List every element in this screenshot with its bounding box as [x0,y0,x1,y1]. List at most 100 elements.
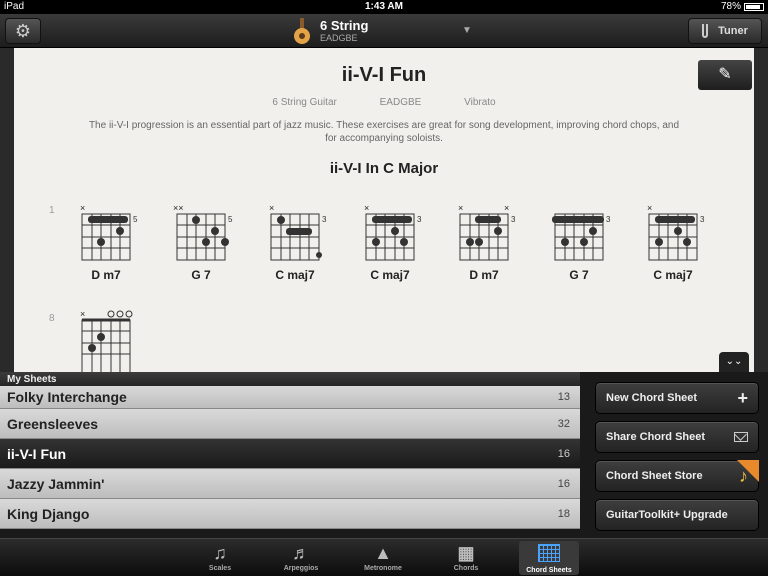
svg-text:××: ×× [173,203,184,213]
sheet-list[interactable]: Folky Interchange 13 Greensleeves 32 ii-… [0,386,580,538]
chord-grid: ×× 5 [173,203,233,261]
envelope-icon [734,432,748,442]
svg-text:×: × [269,203,274,213]
chord-name: D m7 [91,268,121,282]
meta-tuning: EADGBE [379,97,422,108]
grid-icon [538,544,560,562]
svg-text:×: × [504,203,509,213]
tab-arpeggios[interactable]: ♬ Arpeggios [271,541,331,575]
sheet-description: The ii-V-I progression is an essential p… [88,120,680,144]
list-item[interactable]: Folky Interchange 13 [0,386,580,409]
fret-number: 3 [417,215,422,224]
chord-sheet[interactable]: ✎ ii-V-I Fun 6 String Guitar EADGBE Vibr… [14,48,754,372]
new-badge-icon [737,460,759,482]
chord-grid: × 3 [364,203,422,261]
tab-label: Arpeggios [283,565,319,572]
upgrade-button[interactable]: GuitarToolkit+ Upgrade [595,499,759,531]
chord-diagram[interactable]: × 3 C maj7 [643,202,723,282]
fret-number: 3 [322,215,327,224]
svg-text:×: × [80,203,85,213]
battery-icon [744,2,764,11]
nav-bar: ⚙ 6 String EADGBE ▼ Tuner [0,14,768,48]
fret-number: 5 [133,215,138,224]
collapse-button[interactable]: ⌄⌄ [719,352,749,372]
sheet-name: Folky Interchange [7,389,127,405]
tuner-label: Tuner [718,25,748,37]
list-item[interactable]: King Django 18 [0,499,580,529]
double-chevron-down-icon: ⌄⌄ [725,356,743,367]
fret-number: 3 [700,215,705,224]
sheet-count: 13 [557,391,570,403]
fret-number: 5 [228,215,233,224]
chord-diagram[interactable]: ×× 5 G 7 [171,202,251,282]
action-label: Chord Sheet Store [606,470,703,482]
sheet-area: ✎ ii-V-I Fun 6 String Guitar EADGBE Vibr… [0,48,768,372]
tab-metronome[interactable]: ▲ Metronome [353,541,413,575]
list-item[interactable]: Jazzy Jammin' 16 [0,469,580,499]
sheet-name: King Django [7,505,90,522]
chord-name: D m7 [469,268,499,282]
fret-number: 3 [511,215,516,224]
chord-name: C maj7 [275,268,315,282]
sheet-name: Greensleeves [7,415,99,432]
chord-grid: 3 [552,213,611,261]
row-number: 8 [49,313,55,324]
bottom-panel: My Sheets Folky Interchange 13 Greenslee… [0,372,768,538]
sheet-count: 32 [557,417,570,430]
svg-text:×: × [458,203,463,213]
list-item-selected[interactable]: ii-V-I Fun 16 [0,439,580,469]
chord-diagram[interactable]: × × 3 D m7 [454,202,534,282]
chord-name: C maj7 [653,268,693,282]
chord-grid: × [80,309,133,372]
chord-sheet-store-button[interactable]: Chord Sheet Store ♪ [595,460,759,492]
share-chord-sheet-button[interactable]: Share Chord Sheet [595,421,759,453]
battery-percent: 78% [720,1,741,12]
chord-diagram[interactable]: × 5 D m7 [76,202,156,282]
tab-bar: ♫ Scales ♬ Arpeggios ▲ Metronome ▦ Chord… [0,538,768,576]
music-note-icon: ♫ [213,543,227,563]
chord-grid: × 3 [269,203,327,261]
battery-status: 78% [721,1,764,12]
meta-instrument: 6 String Guitar [272,97,337,108]
action-label: New Chord Sheet [606,392,698,404]
metronome-icon: ▲ [374,543,392,563]
sheet-title: ii-V-I Fun [341,64,427,86]
status-bar: iPad 1:43 AM 78% [0,0,768,14]
list-item[interactable]: Greensleeves 32 [0,409,580,439]
my-sheets-header: My Sheets [0,372,580,386]
instrument-name: 6 String [320,18,369,33]
tuning-fork-icon [702,24,709,38]
chord-name: G 7 [569,268,589,282]
chord-diagram[interactable]: × [76,308,156,372]
fretboard-icon: ▦ [457,543,475,563]
chord-diagram[interactable]: × 3 C maj7 [265,202,345,282]
sheet-meta: 6 String Guitar EADGBE Vibrato [14,97,754,108]
tab-label: Metronome [364,565,402,572]
action-label: Share Chord Sheet [606,431,706,443]
guitar-icon [292,18,312,44]
tab-label: Chords [453,565,479,572]
sheet-actions: New Chord Sheet + Share Chord Sheet Chor… [586,372,768,538]
gear-icon: ⚙ [14,21,32,41]
tab-label: Chord Sheets [526,567,572,574]
tab-scales[interactable]: ♫ Scales [190,541,250,575]
new-chord-sheet-button[interactable]: New Chord Sheet + [595,382,759,414]
svg-text:×: × [80,309,85,319]
chevron-down-icon: ▼ [462,25,472,36]
sheet-name: ii-V-I Fun [7,445,67,462]
plus-icon: + [737,387,748,408]
tab-label: Scales [208,565,232,572]
chord-grid: × × 3 [458,203,516,261]
row-number: 1 [49,205,55,216]
sheet-name: Jazzy Jammin' [7,475,105,492]
instrument-tuning: EADGBE [320,33,358,43]
chord-diagram[interactable]: × 3 C maj7 [360,202,440,282]
tab-chord-sheets[interactable]: Chord Sheets [519,541,579,575]
tuner-button[interactable]: Tuner [688,18,762,44]
settings-button[interactable]: ⚙ [5,18,41,44]
chord-diagram[interactable]: 3 G 7 [549,202,629,282]
sheet-count: 16 [557,447,570,460]
chord-grid: × 5 [80,203,138,261]
tab-chords[interactable]: ▦ Chords [436,541,496,575]
instrument-selector[interactable]: 6 String EADGBE ▼ [292,17,482,45]
